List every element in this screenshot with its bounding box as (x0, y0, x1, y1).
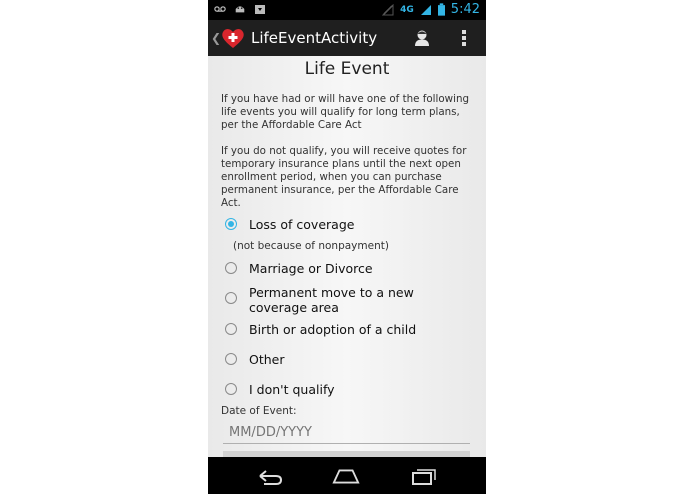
action-bar: ❮ LifeEventActivity (208, 20, 486, 56)
person-icon[interactable] (412, 28, 432, 48)
option-label: Birth or adoption of a child (249, 322, 417, 337)
loss-note: (not because of nonpayment) (233, 240, 389, 252)
app-title: LifeEventActivity (251, 29, 378, 47)
option-birth-or-adoption[interactable]: Birth or adoption of a child (225, 322, 469, 337)
radio-button[interactable] (225, 323, 237, 335)
option-dont-qualify[interactable]: I don't qualify (225, 382, 469, 397)
life-event-form: Life Event If you have had or will have … (208, 56, 486, 457)
option-label: Permanent move to a new coverage area (249, 285, 414, 315)
status-bar: 4G 5:42 (208, 0, 486, 20)
date-of-event-input[interactable] (223, 422, 470, 444)
signal-icon (420, 4, 431, 15)
recent-apps-icon[interactable] (410, 466, 438, 486)
option-label: I don't qualify (249, 382, 335, 397)
radio-button[interactable] (225, 262, 237, 274)
clock: 5:42 (450, 2, 480, 17)
phone-screen: 4G 5:42 ❮ LifeEventActivity Life Event I… (208, 0, 486, 494)
navigation-bar (208, 457, 486, 494)
option-other[interactable]: Other (225, 352, 469, 367)
date-of-event-label: Date of Event: (221, 405, 297, 417)
option-loss-of-coverage[interactable]: Loss of coverage (225, 217, 469, 232)
up-chevron-icon[interactable]: ❮ (211, 31, 221, 45)
download-icon (255, 5, 265, 14)
signal-off-icon (382, 3, 394, 15)
option-label: Loss of coverage (249, 217, 355, 232)
voicemail-icon (214, 6, 226, 12)
intro-text: If you have had or will have one of the … (221, 93, 470, 131)
option-marriage-or-divorce[interactable]: Marriage or Divorce (225, 261, 469, 276)
radio-button[interactable] (225, 383, 237, 395)
network-type-label: 4G (400, 4, 414, 15)
back-icon[interactable] (256, 466, 284, 486)
page-title: Life Event (304, 59, 390, 79)
radio-button[interactable] (225, 292, 237, 304)
app-heart-icon[interactable] (221, 26, 245, 50)
radio-button-checked[interactable] (225, 218, 237, 230)
radio-button[interactable] (225, 353, 237, 365)
option-permanent-move[interactable]: Permanent move to a new coverage area (225, 285, 469, 315)
option-label: Marriage or Divorce (249, 261, 373, 276)
android-icon (235, 6, 245, 13)
option-label: Other (249, 352, 285, 367)
home-icon[interactable] (332, 466, 360, 486)
overflow-menu-icon[interactable] (458, 28, 470, 48)
battery-icon (437, 3, 445, 16)
disclaimer-text: If you do not qualify, you will receive … (221, 145, 467, 209)
